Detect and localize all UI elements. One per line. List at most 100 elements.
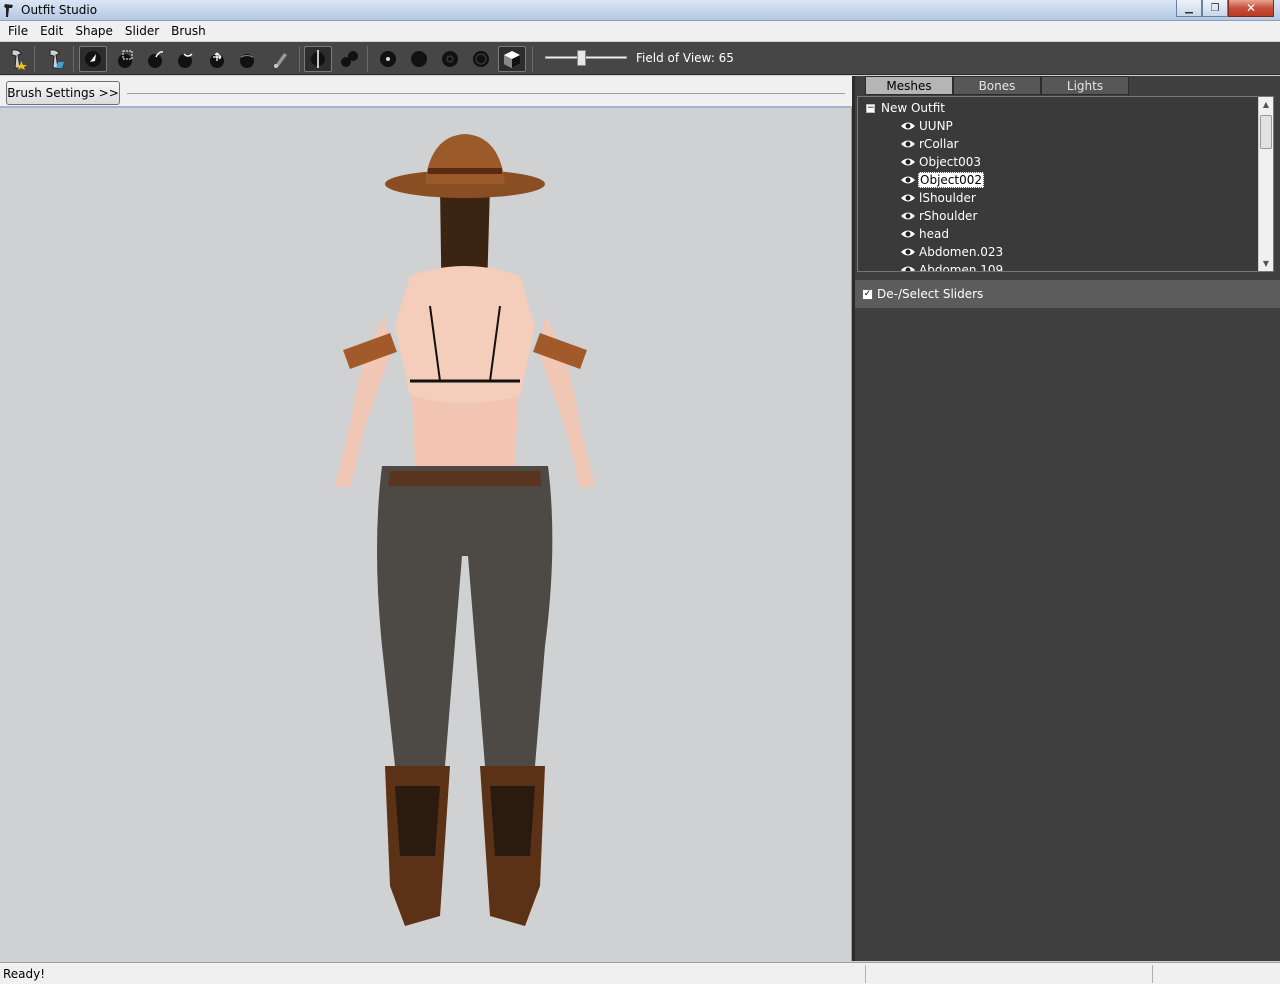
mesh-tree: − New Outfit UUNP rCollar Object003 Object0… bbox=[857, 96, 1274, 272]
eye-icon[interactable] bbox=[900, 265, 916, 272]
fov-slider-thumb[interactable] bbox=[577, 50, 586, 66]
brush-size-small-icon bbox=[380, 51, 396, 67]
mask-tool-icon bbox=[118, 50, 133, 68]
scroll-thumb[interactable] bbox=[1260, 115, 1272, 149]
viewport-pane: Brush Settings >> bbox=[0, 76, 852, 961]
deflate-brush-icon bbox=[178, 53, 193, 68]
weight-brush-button[interactable] bbox=[266, 46, 294, 72]
eye-icon[interactable] bbox=[900, 211, 916, 221]
select-all-sliders-label[interactable]: De-/Select Sliders bbox=[877, 287, 983, 301]
close-button[interactable]: ✕ bbox=[1228, 0, 1274, 17]
view-cube-button[interactable] bbox=[498, 46, 526, 72]
status-bar: Ready! bbox=[0, 962, 1280, 984]
minimize-icon: ▁ bbox=[1185, 2, 1193, 14]
mesh-list-item[interactable]: UUNP bbox=[900, 117, 954, 135]
mesh-label: lShoulder bbox=[919, 191, 976, 205]
mesh-list-item[interactable]: Abdomen.023 bbox=[900, 243, 1004, 261]
collapse-icon[interactable]: − bbox=[866, 103, 875, 113]
x-mirror-button[interactable] bbox=[304, 46, 332, 72]
mesh-list-item[interactable]: rCollar bbox=[900, 135, 960, 153]
menu-edit[interactable]: Edit bbox=[34, 22, 69, 40]
connected-only-icon bbox=[341, 51, 358, 67]
smooth-brush-button[interactable] bbox=[233, 46, 261, 72]
weight-brush-icon bbox=[274, 53, 287, 68]
inflate-brush-button[interactable] bbox=[141, 46, 169, 72]
mask-tool-button[interactable] bbox=[111, 46, 139, 72]
mesh-list-item[interactable]: lShoulder bbox=[900, 189, 977, 207]
status-text: Ready! bbox=[3, 967, 46, 981]
mesh-label: head bbox=[919, 227, 949, 241]
mesh-list-item[interactable]: rShoulder bbox=[900, 207, 978, 225]
mesh-list-item[interactable]: Abdomen.109 bbox=[900, 261, 1004, 272]
right-pane: Meshes Bones Lights − New Outfit UUNP rCo… bbox=[855, 76, 1280, 961]
select-tool-button[interactable] bbox=[79, 46, 107, 72]
connected-only-button[interactable] bbox=[335, 46, 363, 72]
3d-model-render[interactable] bbox=[290, 126, 640, 966]
slider-select-bar: ✓ De-/Select Sliders bbox=[855, 280, 1280, 308]
tree-root-label: New Outfit bbox=[881, 101, 946, 115]
scroll-down-icon[interactable]: ▼ bbox=[1259, 256, 1273, 271]
select-all-sliders-checkbox[interactable]: ✓ bbox=[862, 288, 873, 300]
mesh-list-item[interactable]: head bbox=[900, 225, 950, 243]
brush-settings-divider bbox=[127, 93, 845, 94]
x-mirror-icon bbox=[311, 50, 325, 68]
brush-size-medium-icon bbox=[411, 51, 427, 67]
tab-meshes[interactable]: Meshes bbox=[865, 76, 953, 95]
eye-icon[interactable] bbox=[900, 175, 916, 185]
smooth-brush-icon bbox=[240, 54, 254, 68]
eye-icon[interactable] bbox=[900, 157, 916, 167]
brush-size-large-button[interactable] bbox=[436, 46, 464, 72]
app-icon bbox=[4, 4, 13, 17]
new-project-icon bbox=[11, 49, 27, 70]
maximize-button[interactable]: ❐ bbox=[1202, 0, 1228, 17]
brush-size-small-button[interactable] bbox=[374, 46, 402, 72]
status-divider bbox=[865, 965, 866, 983]
close-icon: ✕ bbox=[1245, 1, 1257, 15]
mesh-label: Object002 bbox=[918, 172, 984, 188]
inflate-brush-icon bbox=[148, 51, 164, 68]
load-reference-icon bbox=[49, 49, 64, 69]
title-bar: Outfit Studio ▁ ❐ ✕ bbox=[0, 0, 1280, 21]
eye-icon[interactable] bbox=[900, 193, 916, 203]
new-project-button[interactable] bbox=[3, 46, 31, 72]
mesh-label: rShoulder bbox=[919, 209, 978, 223]
view-cube-icon bbox=[504, 51, 520, 68]
mesh-tree-scrollbar[interactable]: ▲ ▼ bbox=[1258, 97, 1273, 271]
brush-size-huge-button[interactable] bbox=[467, 46, 495, 72]
select-tool-icon bbox=[85, 51, 101, 67]
scroll-up-icon[interactable]: ▲ bbox=[1259, 97, 1273, 112]
deflate-brush-button[interactable] bbox=[171, 46, 199, 72]
brush-size-medium-button[interactable] bbox=[405, 46, 433, 72]
eye-icon[interactable] bbox=[900, 229, 916, 239]
restore-icon: ❐ bbox=[1210, 2, 1220, 14]
move-brush-button[interactable] bbox=[203, 46, 231, 72]
menu-shape[interactable]: Shape bbox=[69, 22, 119, 40]
mesh-label: Object003 bbox=[919, 155, 981, 169]
mesh-list-item[interactable]: Object002 bbox=[900, 171, 984, 189]
mesh-list-item[interactable]: Object003 bbox=[900, 153, 982, 171]
tree-root[interactable]: − New Outfit bbox=[866, 99, 945, 117]
menu-bar: File Edit Shape Slider Brush bbox=[0, 21, 1280, 42]
load-reference-button[interactable] bbox=[41, 46, 69, 72]
mesh-label: Abdomen.023 bbox=[919, 245, 1004, 259]
menu-file[interactable]: File bbox=[2, 22, 34, 40]
status-divider bbox=[1152, 965, 1153, 983]
eye-icon[interactable] bbox=[900, 247, 916, 257]
move-brush-icon bbox=[210, 52, 224, 68]
menu-slider[interactable]: Slider bbox=[119, 22, 165, 40]
tab-lights[interactable]: Lights bbox=[1041, 76, 1129, 95]
minimize-button[interactable]: ▁ bbox=[1176, 0, 1202, 17]
fov-slider-track[interactable] bbox=[545, 56, 627, 59]
eye-icon[interactable] bbox=[900, 139, 916, 149]
eye-icon[interactable] bbox=[900, 121, 916, 131]
brush-size-large-icon bbox=[442, 51, 458, 67]
tab-bones[interactable]: Bones bbox=[953, 76, 1041, 95]
mesh-label: rCollar bbox=[919, 137, 959, 151]
mesh-label: Abdomen.109 bbox=[919, 263, 1004, 272]
brush-settings-bar: Brush Settings >> bbox=[0, 76, 852, 108]
fov-label: Field of View: 65 bbox=[636, 51, 734, 65]
window-title: Outfit Studio bbox=[21, 3, 98, 17]
menu-brush[interactable]: Brush bbox=[165, 22, 212, 40]
mesh-label: UUNP bbox=[919, 119, 953, 133]
brush-settings-button[interactable]: Brush Settings >> bbox=[6, 81, 120, 105]
